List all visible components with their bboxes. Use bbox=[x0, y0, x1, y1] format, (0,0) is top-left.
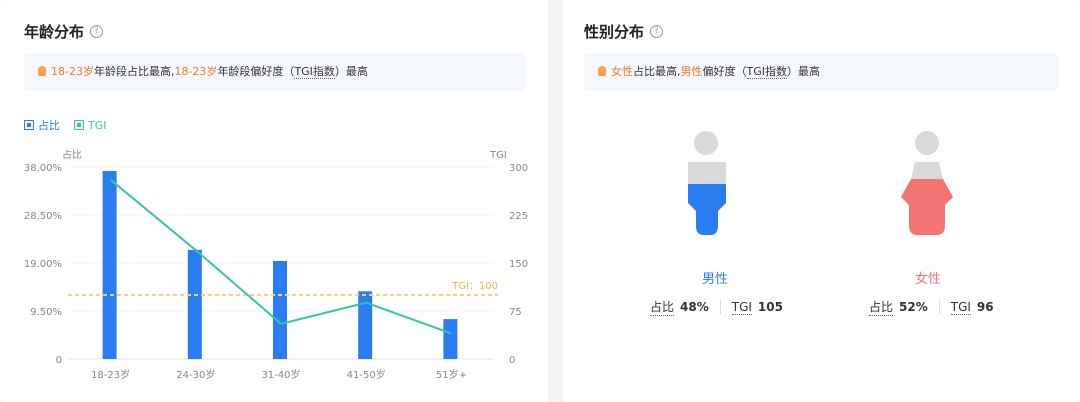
age-card-title: 年龄分布 ? bbox=[24, 21, 104, 42]
y-right-tick-label: 0 bbox=[509, 355, 515, 366]
legend-label-tgi: TGI bbox=[88, 118, 107, 132]
male-stats: 占比 48% TGI 105 bbox=[650, 298, 783, 316]
lightbulb-icon bbox=[598, 66, 606, 76]
gender-distribution-card: 性别分布 ? 女性占比最高,男性偏好度（TGI指数）最高 男性 占比 48% T… bbox=[563, 0, 1080, 402]
divider bbox=[719, 300, 721, 314]
x-tick-label: 51岁+ bbox=[436, 368, 467, 381]
male-share-label[interactable]: 占比 bbox=[650, 298, 675, 316]
tip-text: ）最高 bbox=[334, 65, 368, 78]
female-label: 女性 bbox=[914, 272, 941, 287]
x-tick-label: 24-30岁 bbox=[176, 368, 215, 381]
female-body-empty bbox=[911, 162, 943, 179]
legend-item-tgi[interactable]: TGI bbox=[74, 117, 107, 133]
legend-item-share[interactable]: 占比 bbox=[24, 117, 60, 133]
tip-text: ）最高 bbox=[787, 65, 820, 78]
y-left-tick-label: 28.50% bbox=[24, 211, 62, 222]
chart-legend: 占比 TGI bbox=[24, 117, 107, 133]
y-left-tick-label: 38.00% bbox=[24, 163, 62, 174]
legend-swatch-share bbox=[24, 120, 34, 130]
female-share-label[interactable]: 占比 bbox=[869, 298, 894, 316]
age-insight-tip: 18-23岁年龄段占比最高,18-23岁年龄段偏好度（TGI指数）最高 bbox=[24, 53, 526, 91]
male-figure bbox=[686, 131, 742, 241]
male-tgi-value: 105 bbox=[757, 300, 783, 314]
y-right-tick-label: 150 bbox=[509, 259, 528, 270]
help-icon[interactable]: ? bbox=[90, 25, 104, 38]
tip-text: 占比最高, bbox=[633, 65, 681, 78]
x-tick-label: 41-50岁 bbox=[347, 368, 386, 381]
female-share-value: 52% bbox=[899, 300, 928, 314]
help-icon[interactable]: ? bbox=[650, 25, 664, 38]
x-tick-label: 18-23岁 bbox=[91, 368, 130, 381]
tip-highlight: 18-23岁 bbox=[51, 65, 94, 78]
female-head bbox=[915, 131, 939, 155]
tip-highlight: 女性 bbox=[611, 65, 633, 78]
male-body-empty bbox=[688, 162, 726, 184]
bar bbox=[358, 291, 373, 359]
tip-highlight: 男性 bbox=[680, 65, 703, 78]
tip-highlight: 18-23岁 bbox=[174, 65, 218, 78]
tip-text: 年龄段偏好度（ bbox=[217, 65, 295, 78]
female-stats: 占比 52% TGI 96 bbox=[869, 298, 994, 316]
tgi-reference-label: TGI：100 bbox=[451, 281, 498, 292]
tip-text: 偏好度（ bbox=[702, 65, 747, 78]
y-right-tick-label: 75 bbox=[509, 307, 522, 318]
tip-text: 年龄段占比最高, bbox=[93, 65, 175, 78]
y-left-tick-label: 9.50% bbox=[30, 307, 62, 318]
male-tgi-label[interactable]: TGI bbox=[731, 300, 752, 315]
age-chart: 占比 TGI 0 0 9.50% 75 19.00% 150 28.50% 225 38.00% 30… bbox=[24, 148, 528, 381]
bar bbox=[102, 171, 117, 359]
gender-card-title: 性别分布 ? bbox=[584, 21, 664, 42]
y-right-tick-label: 300 bbox=[509, 163, 528, 174]
y-left-tick-label: 19.00% bbox=[24, 259, 62, 270]
age-title-text: 年龄分布 bbox=[24, 23, 85, 41]
female-figure bbox=[899, 131, 955, 241]
male-share-value: 48% bbox=[680, 300, 709, 314]
divider bbox=[938, 300, 940, 314]
male-head bbox=[694, 131, 718, 155]
y-right-axis-title: TGI bbox=[489, 150, 507, 161]
y-right-tick-label: 225 bbox=[509, 211, 528, 222]
gender-title-text: 性别分布 bbox=[584, 23, 645, 41]
male-label: 男性 bbox=[701, 272, 728, 287]
y-left-axis-title: 占比 bbox=[62, 148, 82, 161]
bar bbox=[273, 260, 287, 359]
x-tick-label: 31-40岁 bbox=[261, 368, 300, 381]
gender-insight-tip: 女性占比最高,男性偏好度（TGI指数）最高 bbox=[584, 53, 1058, 91]
male-body-filled bbox=[688, 184, 726, 235]
female-body-filled bbox=[901, 179, 953, 235]
age-distribution-card: 年龄分布 ? 18-23岁年龄段占比最高,18-23岁年龄段偏好度（TGI指数）… bbox=[0, 0, 548, 402]
female-tgi-label[interactable]: TGI bbox=[950, 300, 971, 315]
tgi-index-term[interactable]: TGI指数 bbox=[746, 65, 787, 79]
bar bbox=[187, 249, 202, 359]
legend-label-share: 占比 bbox=[38, 119, 60, 132]
female-tgi-value: 96 bbox=[976, 300, 994, 314]
bar bbox=[443, 319, 458, 359]
legend-swatch-tgi bbox=[74, 120, 84, 130]
lightbulb-icon bbox=[38, 66, 46, 76]
y-left-tick-label: 0 bbox=[56, 355, 62, 366]
tgi-index-term[interactable]: TGI指数 bbox=[294, 65, 335, 79]
